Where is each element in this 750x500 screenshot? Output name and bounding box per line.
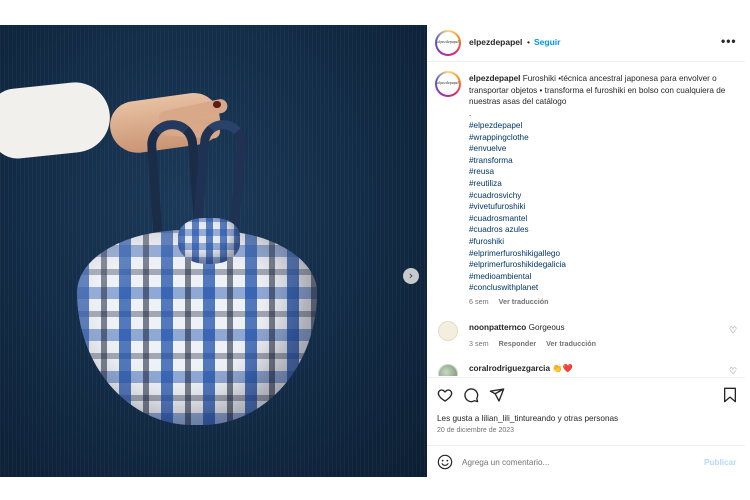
caption-time: 6 sem [469,297,489,306]
comment-clip: coralrodriguezgarcia 👏❤️ ♡ [427,359,745,376]
hashtag-link[interactable]: #cuadrosvichy [469,190,566,202]
hashtag-link[interactable]: #reutiliza [469,178,566,190]
hashtag-link[interactable]: #concluswithplanet [469,282,566,294]
comment-translate-link[interactable]: Ver traducción [546,339,596,348]
hashtag-link[interactable]: #furoshiki [469,236,566,248]
caption-avatar[interactable]: elpezdepapel [435,71,461,97]
comment-time: 3 sem [469,339,489,348]
comment-body: Gorgeous [528,323,565,332]
publish-button[interactable]: Publicar [704,458,736,467]
bag-knot [178,218,240,264]
post-date: 20 de diciembre de 2023 [437,427,515,434]
caption-translate-link[interactable]: Ver traducción [499,297,549,306]
comment-like-icon[interactable]: ♡ [729,326,737,336]
hashtag-link[interactable]: #medioambiental [469,271,566,283]
more-options-icon[interactable]: ••• [721,34,737,48]
post-media[interactable]: › [0,25,427,477]
divider [427,61,745,62]
divider [427,377,745,378]
header-username[interactable]: elpezdepapel [469,37,522,47]
hashtag-link[interactable]: #elprimerfuroshikidegalicia [469,259,566,271]
comment-icon[interactable] [463,387,479,403]
comment-meta: 3 sem Responder Ver traducción [469,339,604,348]
comment-composer: Publicar [427,447,745,477]
hashtag-list: #elpezdepapel #wrappingclothe #envuelve … [469,120,566,294]
header-separator: • [527,37,530,47]
comment-text: coralrodriguezgarcia 👏❤️ [469,364,573,374]
divider [427,445,745,446]
hashtag-link[interactable]: #vivetufuroshiki [469,201,566,213]
sleeve [0,78,114,162]
hashtag-link[interactable]: #transforma [469,155,566,167]
hashtag-link[interactable]: #cuadros azules [469,224,566,236]
avatar[interactable]: elpezdepapel [435,30,461,56]
comment-username[interactable]: noonpatternco [469,323,526,332]
action-bar [437,387,505,403]
next-image-button[interactable]: › [403,268,419,284]
hashtag-link[interactable]: #cuadrosmantel [469,213,566,225]
post-caption: elpezdepapel Furoshiki •técnica ancestra… [469,73,737,119]
caption-dot: . [469,108,472,118]
heart-icon[interactable] [437,387,453,403]
caption-username[interactable]: elpezdepapel [469,74,520,83]
comment-username[interactable]: coralrodriguezgarcia [469,364,550,373]
comment-input[interactable] [462,452,692,472]
hashtag-link[interactable]: #wrappingclothe [469,132,566,144]
emoji-icon[interactable] [437,454,453,470]
share-icon[interactable] [489,387,505,403]
post-sidebar: elpezdepapel elpezdepapel • Seguir ••• e… [427,25,745,477]
comment-like-icon[interactable]: ♡ [729,367,737,376]
follow-button[interactable]: Seguir [534,37,560,47]
hashtag-link[interactable]: #envuelve [469,143,566,155]
comment-avatar[interactable] [438,364,458,376]
reply-button[interactable]: Responder [499,339,537,348]
comment-text: noonpatternco Gorgeous [469,323,565,332]
likes-summary[interactable]: Les gusta a lilian_lili_tintureando y ot… [437,414,618,423]
caption-meta: 6 sem Ver traducción [469,297,557,306]
bookmark-icon[interactable] [723,387,737,403]
comment-body: 👏❤️ [552,364,573,373]
hashtag-link[interactable]: #elpezdepapel [469,120,566,132]
hashtag-link[interactable]: #elprimerfuroshikigallego [469,248,566,260]
hashtag-link[interactable]: #reusa [469,166,566,178]
comment-avatar[interactable] [438,321,458,341]
avatar-logo: elpezdepapel [437,40,459,45]
